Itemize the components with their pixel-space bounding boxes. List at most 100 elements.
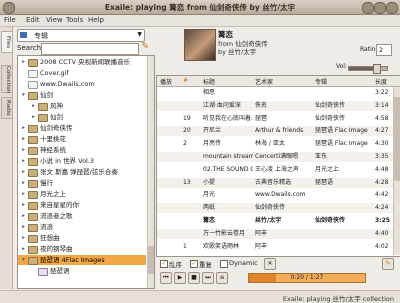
playlist-row[interactable]: 相思 3:22 <box>157 88 393 98</box>
chevron-right-icon[interactable]: ▸ <box>30 112 37 122</box>
chevron-right-icon[interactable]: ▸ <box>20 134 27 144</box>
play-button[interactable]: ▶ <box>174 272 186 284</box>
cell-title: 万一竹影云卷月 <box>203 229 246 237</box>
col-number[interactable]: # <box>183 77 188 84</box>
tree-item[interactable]: ▸ 风神 <box>18 101 146 111</box>
stop-button[interactable]: ■ <box>188 272 200 284</box>
tree-item[interactable]: ▸ 神经系统 <box>18 145 146 155</box>
chevron-right-icon[interactable]: ▸ <box>20 189 27 199</box>
chevron-right-icon[interactable]: ▸ <box>20 200 27 210</box>
playlist-scrollbar[interactable] <box>393 87 400 255</box>
playlist-row[interactable]: 02.THE SOUND OF MUSIC王心凌 上海之声 月光之上 4:48 <box>157 165 393 175</box>
chevron-right-icon[interactable]: ▸ <box>30 101 37 111</box>
tree-item[interactable]: ▾ 琵琶语 4Flac Images <box>18 255 146 265</box>
random-checkbox[interactable]: ✓ <box>160 260 168 268</box>
playlist-row[interactable]: 20 开尼兰 Arthur & friends 琵琶语 Flac Image 4:27 <box>157 126 393 137</box>
rating-spinner[interactable]: 2 <box>376 44 392 56</box>
col-title[interactable]: 标题 <box>203 77 215 86</box>
tree-item[interactable]: ▸ 十里桃花 <box>18 134 146 144</box>
maximize-button[interactable] <box>374 2 386 14</box>
menu-view[interactable]: View <box>46 16 63 24</box>
col-length[interactable]: 长度 <box>375 77 387 86</box>
scrollbar-thumb[interactable] <box>394 97 400 181</box>
chevron-right-icon[interactable]: ▸ <box>20 57 27 67</box>
dynamic-checkbox[interactable] <box>220 260 228 268</box>
tree-item[interactable]: ▸ 夜的钢琴曲 <box>18 244 146 254</box>
menu-edit[interactable]: Edit <box>26 16 40 24</box>
cell-len: 4:24 <box>375 204 389 212</box>
chevron-right-icon[interactable]: ▸ <box>20 156 27 166</box>
chevron-right-icon[interactable]: ▸ <box>20 244 27 254</box>
source-selector[interactable]: 专辑 ▼ <box>17 29 145 42</box>
menu-help[interactable]: Help <box>88 16 104 24</box>
playlist-row[interactable]: 万一竹影云卷月 阿丰 4:40 <box>157 228 393 239</box>
search-input[interactable] <box>41 43 139 55</box>
tree-item-label: 十里桃花 <box>40 135 66 143</box>
cell-title: 江湖·血问爱深 <box>203 101 241 109</box>
playlist-row[interactable]: 月光 www.Dwails.com 4:42 <box>157 190 393 200</box>
repeat-checkbox[interactable]: ✓ <box>190 260 198 268</box>
playlist-row[interactable]: 1 欢歌笑语雨林 阿丰 4:02 <box>157 242 393 252</box>
next-button[interactable]: ⏭ <box>202 272 214 284</box>
playlist-row[interactable]: 19 听见我在心底叫着... 琵琶 仙剑奇侠传 4:58 <box>157 114 393 124</box>
tree-item[interactable]: ▸ 仙剑 <box>18 112 146 122</box>
chevron-right-icon[interactable]: ▸ <box>20 145 27 155</box>
clear-search-icon[interactable]: ✎ <box>141 41 153 53</box>
tree-item-label: 狂想曲 <box>40 234 60 242</box>
tree-scrollbar[interactable] <box>147 56 154 288</box>
tab-radio[interactable]: Radio <box>1 97 12 119</box>
tree-item[interactable]: ▸ 月光之上 <box>18 189 146 199</box>
playlist-row[interactable]: 江湖·血问爱深 佚名 仙剑奇侠传 3:14 <box>157 100 393 111</box>
chevron-down-icon[interactable]: ▾ <box>20 90 27 100</box>
playlist-row[interactable]: 13 小提 古典音乐精选 琵琶语 4:28 <box>157 177 393 188</box>
chevron-right-icon[interactable]: ▸ <box>20 211 27 221</box>
tree-item[interactable]: ▸ 流浪者之歌 <box>18 211 146 221</box>
playlist-row[interactable]: mountain stream Cencerti满眼嗯 亚东 3:35 <box>157 152 393 162</box>
col-album[interactable]: 专辑 <box>315 77 327 86</box>
chevron-down-icon[interactable]: ▾ <box>20 255 27 265</box>
chevron-right-icon[interactable]: ▸ <box>20 167 27 177</box>
playlist-row[interactable]: 两纸 仙剑奇侠传 4:24 <box>157 203 393 214</box>
title-bar[interactable]: Exaile: playing 篝恋 from 仙剑奇侠传 by 丝竹/太宇 <box>0 0 400 15</box>
menu-file[interactable]: File <box>4 16 16 24</box>
chevron-right-icon[interactable]: ▸ <box>20 178 27 188</box>
playlist-row[interactable]: 篝恋 丝竹/太宇 仙剑奇侠传 3:25 <box>157 216 393 226</box>
tab-files[interactable]: Files <box>1 31 12 53</box>
tree-item[interactable]: ▸ 张文 斯嘉 弹琵琶/弦乐合奏 <box>18 167 146 177</box>
playlist-row[interactable]: 2 月亮传 林海 / 亚太 琵琶语 Flac Image 4:30 <box>157 139 393 149</box>
scrollbar-thumb[interactable] <box>148 246 154 274</box>
left-panel: 专辑 ▼ Search: ✎ ▸ 2008 CCTV 央视新闻联播音乐 Cover.… <box>13 27 155 289</box>
close-button[interactable] <box>386 2 398 14</box>
tree-item[interactable]: Cover.gif <box>18 68 146 78</box>
playlist-tab[interactable]: 播放 <box>160 77 172 86</box>
chevron-right-icon[interactable]: ▸ <box>20 233 27 243</box>
tree-item[interactable]: www.Dwails.com <box>18 79 146 89</box>
clear-playlist-button[interactable]: ✕ <box>264 258 276 270</box>
tree-item[interactable]: ▸ 小说 in 世界 Vol.3 <box>18 156 146 166</box>
volume-knob[interactable] <box>372 64 381 74</box>
chevron-right-icon[interactable]: ▸ <box>20 222 27 232</box>
minimize-button[interactable] <box>362 2 374 14</box>
tree-item-label: www.Dwails.com <box>40 80 95 88</box>
tab-collection[interactable]: Collection <box>1 65 12 93</box>
tree-item[interactable]: ▸ 仙剑奇侠传 <box>18 123 146 133</box>
seek-bar[interactable]: 0:20 / 1:27 <box>248 273 366 283</box>
col-artist[interactable]: 艺术家 <box>255 77 273 86</box>
tree-item[interactable]: ▸ 来自星星的你 <box>18 200 146 210</box>
tree-item-label: 2008 CCTV 央视新闻联播音乐 <box>40 58 131 66</box>
queue-button[interactable]: ≡ <box>216 272 228 284</box>
clear-icon[interactable]: ✎ <box>382 258 394 270</box>
tree-item[interactable]: ▸ 流浪 <box>18 222 146 232</box>
cell-title: 欢歌笑语雨林 <box>203 242 240 250</box>
volume-slider[interactable] <box>348 64 388 74</box>
cell-len: 4:48 <box>375 165 389 173</box>
previous-button[interactable]: ⏮ <box>160 272 172 284</box>
tree-item[interactable]: 琵琶语 <box>18 266 146 276</box>
tree-item[interactable]: ▸ 慢行 <box>18 178 146 188</box>
tree-item[interactable]: ▾ 仙剑 <box>18 90 146 100</box>
tree-item[interactable]: ▸ 狂想曲 <box>18 233 146 243</box>
menu-tools[interactable]: Tools <box>66 16 83 24</box>
chevron-right-icon[interactable]: ▸ <box>20 123 27 133</box>
cell-num: 13 <box>183 178 191 186</box>
tree-item[interactable]: ▸ 2008 CCTV 央视新闻联播音乐 <box>18 57 146 67</box>
